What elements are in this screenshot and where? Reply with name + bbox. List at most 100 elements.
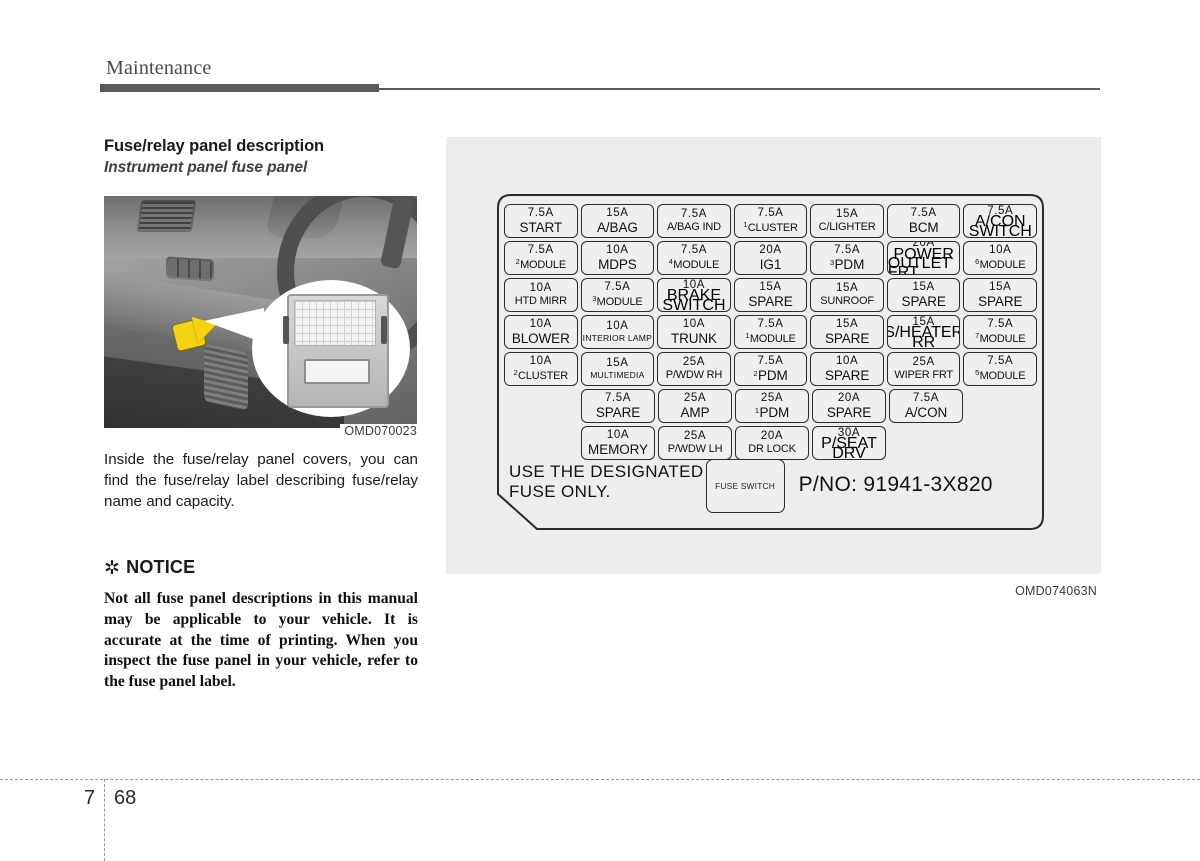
fuse-cell: 15A SPARE — [963, 278, 1038, 312]
header-rule-thick — [100, 84, 379, 92]
fuse-amperage: 10A — [606, 429, 630, 441]
footer-crop-vrule — [104, 779, 105, 861]
fuse-panel-caption: OMD074063N — [1015, 584, 1097, 598]
fuse-row: 10A MEMORY 25A P/WDW LH 20A DR LOCK 30A P/SEAT D… — [504, 426, 1037, 460]
fuse-panel-footer: USE THE DESIGNATED FUSE ONLY. FUSE SWITC… — [509, 459, 1034, 521]
fuse-name: MULTIMEDIA — [590, 369, 645, 380]
fuse-cell: 7.5A A/CON SWITCH — [963, 204, 1038, 238]
fuse-cell: 20A IG1 — [733, 241, 808, 275]
fuse-amperage: 10A — [529, 355, 552, 368]
fuse-cell: 7.5A A/CON — [889, 389, 963, 423]
fuse-amperage: 25A — [683, 430, 707, 443]
fuse-cell: 7.5A 7MODULE — [963, 315, 1038, 349]
fuse-cell: 10A 2CLUSTER — [504, 352, 578, 386]
fuse-name: SPARE — [978, 293, 1023, 309]
fuse-amperage: 10A — [606, 320, 629, 333]
fuse-name: BCM — [908, 219, 939, 235]
fuse-amperage: 15A — [912, 281, 935, 293]
fuse-cell: 7.5A START — [504, 204, 578, 238]
fuse-amperage: 25A — [912, 356, 935, 369]
chapter-title: Maintenance — [106, 57, 212, 79]
fuse-amperage: 7.5A — [757, 355, 784, 367]
fuse-amperage: 25A — [760, 392, 784, 404]
fuse-cell: 7.5A 2MODULE — [504, 241, 578, 275]
fuse-name: 2PDM — [753, 367, 788, 383]
header-rule-thin — [379, 88, 1100, 90]
fuse-cell: 15A C/LIGHTER — [810, 204, 884, 238]
notice-text: Not all fuse panel descriptions in this … — [104, 590, 418, 691]
fuse-cell: 15A S/HEATER RR — [886, 315, 961, 349]
sub-heading: Instrument panel fuse panel — [104, 159, 308, 176]
fuse-amperage: 15A — [835, 208, 859, 221]
fuse-cell: 20A POWER OUTLET FRT — [886, 241, 961, 275]
fuse-name: 7MODULE — [975, 330, 1026, 345]
fuse-cover-tab-right — [381, 316, 387, 344]
fuse-name: 4MODULE — [668, 256, 720, 271]
fuse-amperage: 7.5A — [680, 208, 707, 221]
part-number: P/NO: 91941-3X820 — [798, 473, 993, 496]
fuse-cell: 10A HTD MIRR — [504, 278, 578, 312]
fuse-amperage: 20A — [837, 392, 861, 404]
fuse-name: SPARE — [901, 293, 946, 309]
fuse-name: 2CLUSTER — [513, 367, 569, 382]
fuse-name: SPARE — [824, 367, 870, 383]
section-heading: Fuse/relay panel description — [104, 137, 325, 155]
fuse-amperage: 7.5A — [527, 207, 554, 219]
fuse-cell: 10A INTERIOR LAMP — [580, 315, 655, 349]
instrument-panel-photo — [104, 196, 417, 428]
fuse-grid: 7.5A START 15A A/BAG 7.5A A/BAG IND 7.5A 1CLUST… — [504, 204, 1038, 463]
fuse-name: IG1 — [759, 256, 782, 272]
fuse-name: SPARE — [824, 330, 870, 346]
fuse-cell: 10A BRAKE SWITCH — [657, 278, 731, 312]
fuse-cell: 15A MULTIMEDIA — [580, 352, 655, 386]
fuse-cell: 25A P/WDW LH — [658, 426, 732, 460]
fuse-amperage: 15A — [835, 282, 859, 295]
photo-center-console — [204, 343, 248, 411]
fuse-amperage: 7.5A — [680, 244, 707, 257]
fuse-amperage: 10A — [835, 355, 859, 367]
left-column: Fuse/relay panel description Instrument … — [104, 136, 418, 178]
notice-heading: ✲ NOTICE — [104, 556, 418, 580]
fuse-cell: 30A P/SEAT DRV — [812, 426, 886, 460]
fuse-cell: 7.5A 1MODULE — [733, 315, 808, 349]
fuse-name: BRAKE SWITCH — [662, 287, 726, 312]
fuse-amperage: 20A — [759, 244, 782, 256]
asterisk-icon: ✲ — [104, 558, 121, 579]
fuse-relay-label-illustration — [294, 300, 376, 346]
fuse-name: BLOWER — [511, 330, 570, 346]
fuse-amperage: 7.5A — [757, 207, 784, 220]
fuse-name: SPARE — [595, 404, 641, 420]
fuse-amperage: 7.5A — [527, 244, 554, 257]
body-paragraph: Inside the fuse/relay panel covers, you … — [104, 451, 418, 510]
fuse-cell: 10A MEMORY — [581, 426, 655, 460]
fuse-name: AMP — [680, 404, 710, 420]
fuse-amperage: 15A — [835, 318, 859, 330]
fuse-name: SPARE — [748, 293, 793, 309]
fuse-cell: 20A SPARE — [812, 389, 886, 423]
fuse-name: 3PDM — [829, 256, 865, 272]
fuse-cell: 10A MDPS — [580, 241, 655, 275]
fuse-amperage: 7.5A — [604, 281, 631, 294]
photo-switch-bank-buttons — [168, 258, 212, 280]
fuse-switch-box: FUSE SWITCH — [705, 459, 785, 513]
fuse-name: C/LIGHTER — [818, 220, 876, 233]
fuse-amperage: 20A — [760, 430, 784, 443]
fuse-cell: 10A SPARE — [810, 352, 884, 386]
fuse-cell: 10A TRUNK — [657, 315, 731, 349]
fuse-cell: 25A AMP — [658, 389, 732, 423]
fuse-amperage: 25A — [682, 356, 706, 369]
fuse-row: 7.5A START 15A A/BAG 7.5A A/BAG IND 7.5A 1CLUST… — [504, 204, 1038, 238]
fuse-cell: 15A SPARE — [733, 278, 808, 312]
photo-caption: OMD070023 — [340, 424, 417, 438]
fuse-cover-slot — [304, 359, 370, 384]
fuse-row: 7.5A 2MODULE 10A MDPS 7.5A 4MODULE 20A IG1 7.5A 3… — [504, 241, 1038, 275]
fuse-switch-label: FUSE SWITCH — [715, 481, 776, 491]
fuse-name: DR LOCK — [748, 442, 796, 455]
fuse-amperage: 10A — [529, 318, 552, 330]
fuse-amperage: 7.5A — [604, 392, 632, 404]
fuse-cell: 7.5A A/BAG IND — [657, 204, 731, 238]
fuse-row: 10A BLOWER 10A INTERIOR LAMP 10A TRUNK 7.5A 1MO… — [504, 315, 1038, 349]
fuse-name: SPARE — [826, 404, 872, 420]
fuse-cell: 15A A/BAG — [580, 204, 655, 238]
fuse-amperage: 15A — [606, 207, 629, 219]
